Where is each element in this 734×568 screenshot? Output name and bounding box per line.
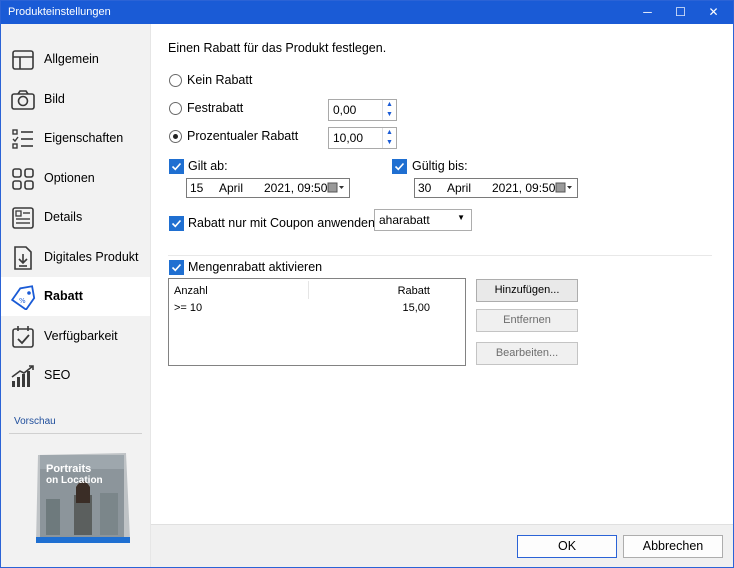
gueltig-bis-checkbox[interactable] [392, 159, 407, 174]
mengenrabatt-list[interactable]: Anzahl Rabatt >= 10 15,00 [168, 278, 466, 366]
sidebar-item-label: Optionen [44, 171, 95, 185]
add-button[interactable]: Hinzufügen... [476, 279, 578, 302]
coupon-checkbox[interactable] [169, 216, 184, 231]
coupon-select[interactable]: aharabatt ▼ [374, 209, 472, 231]
calendar-dropdown-icon[interactable] [555, 182, 573, 194]
mengenrabatt-checkbox[interactable] [169, 260, 184, 275]
chart-icon [11, 365, 34, 387]
calendar-check-icon [12, 326, 34, 348]
gueltig-bis-year-time[interactable]: 2021, 09:50 [492, 181, 555, 195]
stepper-down-icon[interactable]: ▼ [385, 138, 394, 147]
column-divider[interactable] [308, 281, 309, 299]
page-title: Einen Rabatt für das Produkt festlegen. [168, 41, 387, 55]
gilt-ab-label: Gilt ab: [188, 159, 228, 173]
sidebar-item-label: Allgemein [44, 52, 99, 66]
sidebar-item-label: Eigenschaften [44, 131, 124, 145]
product-preview-image: Portraits on Location [34, 451, 132, 545]
book-title-line2: on Location [46, 475, 103, 486]
table-row[interactable]: >= 10 15,00 [169, 299, 465, 317]
ok-button[interactable]: OK [517, 535, 617, 558]
radio-prozentualer-rabatt-label: Prozentualer Rabatt [187, 129, 299, 143]
coupon-label: Rabatt nur mit Coupon anwenden: [188, 216, 379, 230]
radio-prozentualer-rabatt[interactable] [169, 130, 182, 143]
prozentualer-rabatt-value: 10,00 [333, 131, 364, 145]
gueltig-bis-label: Gültig bis: [412, 159, 468, 173]
book-title-line1: Portraits [46, 463, 91, 475]
gilt-ab-day[interactable]: 15 [190, 181, 203, 195]
sidebar-item-digitales-produkt[interactable]: Digitales Produkt [1, 238, 150, 277]
checkmark-icon [171, 162, 182, 171]
svg-text:%: % [19, 297, 26, 305]
sidebar-item-optionen[interactable]: Optionen [1, 159, 150, 198]
column-header-anzahl[interactable]: Anzahl [174, 285, 208, 297]
grid-icon [12, 168, 34, 190]
chevron-down-icon: ▼ [457, 213, 465, 222]
stepper-up-icon[interactable]: ▲ [385, 100, 394, 109]
minimize-button[interactable]: ─ [631, 1, 664, 24]
gueltig-bis-day[interactable]: 30 [418, 181, 431, 195]
row-anzahl: >= 10 [174, 302, 203, 314]
checkmark-icon [171, 263, 182, 272]
gilt-ab-checkbox[interactable] [169, 159, 184, 174]
gilt-ab-year-time[interactable]: 2021, 09:50 [264, 181, 327, 195]
radio-kein-rabatt[interactable] [169, 74, 182, 87]
sidebar-item-details[interactable]: Details [1, 198, 150, 237]
dialog-window: Produkteinstellungen ─ ☐ ✕ Allgemein Bil… [0, 0, 734, 568]
title-bar: Produkteinstellungen ─ ☐ ✕ [1, 1, 733, 24]
divider [168, 255, 712, 256]
sidebar-item-rabatt[interactable]: % Rabatt [1, 277, 150, 316]
stepper-up-icon[interactable]: ▲ [385, 128, 394, 137]
festrabatt-value: 0,00 [333, 103, 357, 117]
gilt-ab-datepicker[interactable]: 15 April 2021, 09:50 [186, 178, 350, 198]
window-title: Produkteinstellungen [8, 6, 111, 18]
sidebar: Allgemein Bild Eigenschaften Optionen De… [1, 24, 151, 567]
maximize-button[interactable]: ☐ [664, 1, 697, 24]
sidebar-item-label: Bild [44, 92, 65, 106]
sidebar-item-label: Digitales Produkt [44, 250, 139, 264]
radio-festrabatt-label: Festrabatt [187, 101, 244, 115]
prozentualer-rabatt-stepper[interactable]: ▲ ▼ [382, 128, 396, 148]
checkmark-icon [394, 162, 405, 171]
gueltig-bis-month[interactable]: April [447, 181, 471, 195]
festrabatt-input[interactable]: 0,00 ▲ ▼ [328, 99, 397, 121]
main-panel: Einen Rabatt für das Produkt festlegen. … [151, 24, 733, 534]
sidebar-item-verfuegbarkeit[interactable]: Verfügbarkeit [1, 317, 150, 356]
sidebar-item-bild[interactable]: Bild [1, 80, 150, 119]
dialog-footer: OK Abbrechen [151, 524, 733, 567]
tag-icon: % [10, 285, 36, 310]
preview-label: Vorschau [14, 416, 56, 427]
festrabatt-stepper[interactable]: ▲ ▼ [382, 100, 396, 120]
stepper-down-icon[interactable]: ▼ [385, 110, 394, 119]
prozentualer-rabatt-input[interactable]: 10,00 ▲ ▼ [328, 127, 397, 149]
sidebar-item-label: Rabatt [44, 289, 83, 303]
gueltig-bis-datepicker[interactable]: 30 April 2021, 09:50 [414, 178, 578, 198]
mengenrabatt-label: Mengenrabatt aktivieren [188, 260, 323, 274]
row-rabatt: 15,00 [402, 302, 430, 314]
remove-button[interactable]: Entfernen [476, 309, 578, 332]
sidebar-item-label: Verfügbarkeit [44, 329, 118, 343]
camera-icon [11, 90, 35, 110]
sidebar-item-eigenschaften[interactable]: Eigenschaften [1, 119, 150, 158]
sidebar-item-label: SEO [44, 368, 71, 382]
column-header-rabatt[interactable]: Rabatt [398, 285, 430, 297]
cancel-button[interactable]: Abbrechen [623, 535, 723, 558]
download-file-icon [14, 246, 32, 270]
sidebar-item-allgemein[interactable]: Allgemein [1, 40, 150, 79]
layout-icon [12, 50, 34, 70]
checkmark-icon [171, 219, 182, 228]
coupon-selected-value: aharabatt [379, 213, 430, 227]
radio-kein-rabatt-label: Kein Rabatt [187, 73, 253, 87]
list-icon [12, 129, 33, 149]
calendar-dropdown-icon[interactable] [327, 182, 345, 194]
close-button[interactable]: ✕ [697, 1, 730, 24]
sidebar-item-label: Details [44, 210, 83, 224]
sidebar-item-seo[interactable]: SEO [1, 356, 150, 395]
edit-button[interactable]: Bearbeiten... [476, 342, 578, 365]
radio-festrabatt[interactable] [169, 102, 182, 115]
gilt-ab-month[interactable]: April [219, 181, 243, 195]
divider [9, 433, 142, 434]
details-icon [12, 207, 34, 229]
